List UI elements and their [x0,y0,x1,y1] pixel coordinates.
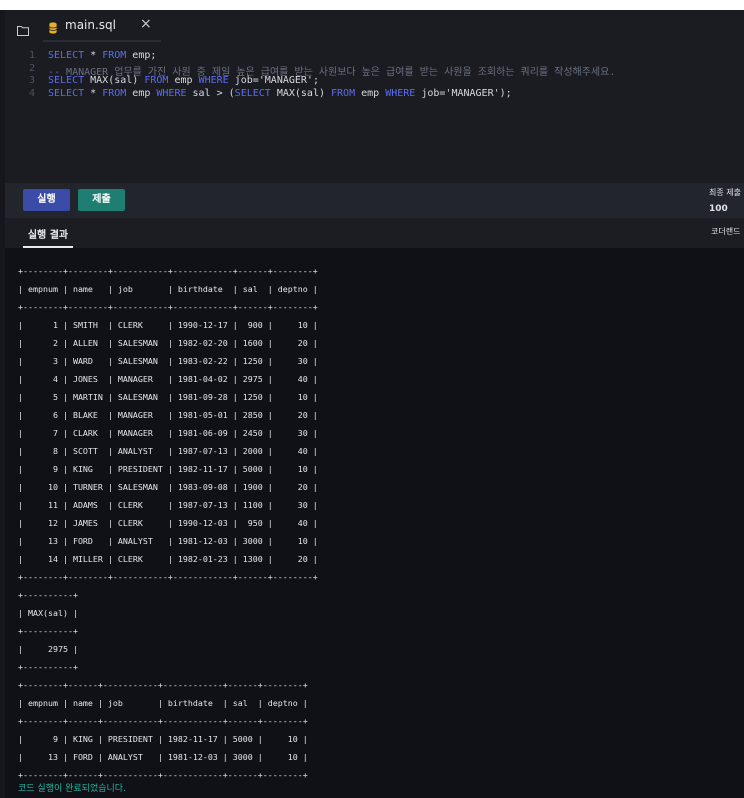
score-value: 100 [709,204,728,214]
editor-tab-main-sql[interactable]: main.sql × [43,10,161,42]
output-line: | MAX(sal) | [18,608,78,618]
sql-text: MAX(sal) [84,75,145,87]
tab-execution-result[interactable]: 실행 결과 [23,226,73,248]
code-line[interactable]: 4 SELECT * FROM emp WHERE sal > (SELECT M… [5,88,744,101]
output-line: | 11 | ADAMS | CLERK | 1987-07-13 | 1100… [18,500,318,510]
sql-keyword: FROM [102,87,127,99]
sql-text: job='MANAGER'); [415,87,512,99]
output-line: +----------+ [18,590,78,600]
output-line: | 3 | WARD | SALESMAN | 1983-02-22 | 125… [18,356,318,366]
close-icon[interactable]: × [140,16,152,32]
output-line: | 4 | JONES | MANAGER | 1981-04-02 | 297… [18,374,318,384]
sql-text: * [84,50,103,61]
line-number: 3 [28,75,35,87]
sql-keyword: SELECT [48,87,85,99]
result-tabbar: 실행 결과 코더랜드 [5,218,744,248]
output-line: | 14 | MILLER | CLERK | 1982-01-23 | 130… [18,554,318,564]
output-line: | 6 | BLAKE | MANAGER | 1981-05-01 | 285… [18,410,318,420]
sql-text: emp [168,75,199,87]
sql-text: job='MANAGER'; [228,75,319,87]
output-line: | 13 | FORD | ANALYST | 1981-12-03 | 300… [18,752,308,762]
coderand-label: 코더랜드 [711,227,741,236]
code-editor[interactable]: main.sql × 1 SELECT * FROM emp; 2 -- MANAGE… [5,10,744,183]
output-line: | 9 | KING | PRESIDENT | 1982-11-17 | 50… [18,734,308,744]
code-line[interactable]: 3 SELECT MAX(sal) FROM emp WHERE job='MAN… [5,75,744,88]
code-lines[interactable]: 1 SELECT * FROM emp; 2 -- MANAGER 업무를 가진 사원… [5,50,744,100]
sql-keyword: FROM [331,87,356,99]
line-number: 1 [28,50,35,61]
sql-text: emp; [126,50,157,61]
line-content: SELECT * FROM emp; [48,50,156,61]
code-line[interactable]: 2 -- MANAGER 업무를 가진 사원 중 제일 높은 급여를 받는 사원보… [5,62,744,78]
output-line: | empnum | name | job | birthdate | sal … [18,284,318,294]
line-number: 2 [28,62,35,74]
sql-text: emp [355,87,386,99]
sql-keyword: FROM [102,50,127,61]
output-line: | 5 | MARTIN | SALESMAN | 1981-09-28 | 1… [18,392,318,402]
output-line: | 8 | SCOTT | ANALYST | 1987-07-13 | 200… [18,446,318,456]
output-line: +----------+ [18,662,78,672]
sql-text: emp [126,87,157,99]
folder-icon[interactable] [17,21,29,36]
status-message: 코드 실행이 완료되었습니다. [18,784,126,794]
output-line: +----------+ [18,626,78,636]
sql-keyword: SELECT [234,87,271,99]
submit-button[interactable]: 제출 [78,189,125,211]
toolbar: 실행 제출 최종 제출 100 [5,183,744,218]
line-content: SELECT MAX(sal) FROM emp WHERE job='MANA… [48,75,319,86]
output-line: | 2 | ALLEN | SALESMAN | 1982-02-20 | 16… [18,338,318,348]
sql-keyword: WHERE [385,87,416,99]
window-top-edge [0,0,744,10]
output-line: +--------+--------+-----------+---------… [18,572,318,582]
output-line: | 12 | JAMES | CLERK | 1990-12-03 | 950 … [18,518,318,528]
database-icon [49,19,57,34]
output-line: | 9 | KING | PRESIDENT | 1982-11-17 | 50… [18,464,318,474]
sql-keyword: FROM [144,75,169,87]
sql-keyword: WHERE [156,87,187,99]
output-line: | 7 | CLARK | MANAGER | 1981-06-09 | 245… [18,428,318,438]
sql-text: MAX(sal) [270,87,332,99]
output-line: | 13 | FORD | ANALYST | 1981-12-03 | 300… [18,536,318,546]
output-line: +--------+------+-----------+-----------… [18,680,308,690]
run-button[interactable]: 실행 [23,189,70,211]
output-line: | 2975 | [18,644,78,654]
output-line: | 10 | TURNER | SALESMAN | 1983-09-08 | … [18,482,318,492]
sql-text: sal > ( [186,87,235,99]
line-number: 4 [28,87,35,99]
output-line: | 1 | SMITH | CLERK | 1990-12-17 | 900 |… [18,320,318,330]
output-line: +--------+------+-----------+-----------… [18,716,308,726]
output-line: | empnum | name | job | birthdate | sal … [18,698,308,708]
sql-text: * [84,87,103,99]
sql-keyword: SELECT [48,50,85,61]
sql-keyword: WHERE [198,75,229,87]
sql-keyword: SELECT [48,75,85,87]
last-submit-label: 최종 제출 [709,188,741,197]
result-output: +--------+--------+-----------+---------… [18,262,318,784]
tab-file-name: main.sql [65,18,116,32]
code-line[interactable]: 1 SELECT * FROM emp; [5,50,744,63]
line-content: SELECT * FROM emp WHERE sal > (SELECT MA… [48,88,512,99]
output-line: +--------+--------+-----------+---------… [18,266,318,276]
output-line: +--------+--------+-----------+---------… [18,302,318,312]
